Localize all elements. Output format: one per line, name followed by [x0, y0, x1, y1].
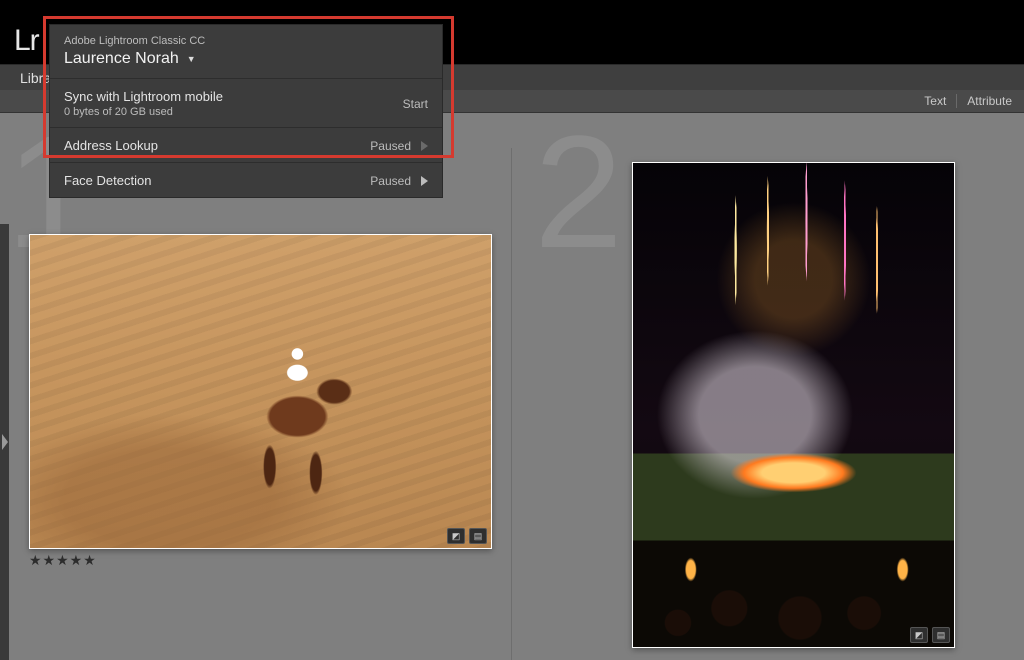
play-icon[interactable] [421, 141, 428, 151]
activity-lookup-status: Paused [370, 139, 411, 153]
identity-header[interactable]: Adobe Lightroom Classic CC Laurence Nora… [50, 25, 442, 78]
account-name[interactable]: Laurence Norah ▼ [64, 50, 428, 68]
badge-develop-icon[interactable]: ◩ [447, 528, 465, 544]
badge-stack-icon[interactable]: ▤ [932, 627, 950, 643]
filter-separator [956, 94, 957, 108]
photo-thumb-1[interactable]: ◩ ▤ [29, 234, 492, 549]
activity-face-status: Paused [370, 174, 411, 188]
badge-stack-icon[interactable]: ▤ [469, 528, 487, 544]
thumb-1-badges: ◩ ▤ [447, 528, 487, 544]
photo-horse-rider-desert [30, 235, 491, 548]
activity-face-detection-row[interactable]: Face Detection Paused [50, 162, 442, 197]
chevron-down-icon: ▼ [187, 54, 196, 64]
app-logo-fragment: Lr [14, 24, 39, 58]
filter-attribute[interactable]: Attribute [967, 94, 1012, 108]
activity-sync-sub: 0 bytes of 20 GB used [64, 106, 223, 118]
activity-address-lookup-row[interactable]: Address Lookup Paused [50, 127, 442, 162]
chevron-right-icon [2, 434, 8, 450]
account-name-label: Laurence Norah [64, 50, 179, 68]
photo-thumb-2[interactable]: ◩ ▤ [632, 162, 955, 648]
app-name: Adobe Lightroom Classic CC [64, 35, 428, 47]
thumb-2-badges: ◩ ▤ [910, 627, 950, 643]
photo-fireworks-bonfire-crowd [633, 163, 954, 647]
identity-activity-panel: Adobe Lightroom Classic CC Laurence Nora… [49, 24, 443, 198]
filter-text[interactable]: Text [924, 94, 946, 108]
compare-index-2: 2 [534, 112, 623, 272]
activity-sync-title: Sync with Lightroom mobile [64, 89, 223, 104]
left-panel-expand-handle[interactable] [0, 224, 9, 660]
rating-stars-thumb-1[interactable]: ★★★★★ [29, 552, 97, 569]
activity-sync-action[interactable]: Start [403, 97, 428, 111]
play-icon[interactable] [421, 176, 428, 186]
lightroom-window: Lr Library Text Attribute Adobe Lightroo… [0, 0, 1024, 660]
activity-lookup-title: Address Lookup [64, 138, 158, 153]
compare-cell-2[interactable]: 2 ◩ ▤ [512, 112, 1024, 660]
activity-sync-row[interactable]: Sync with Lightroom mobile 0 bytes of 20… [50, 78, 442, 127]
activity-face-title: Face Detection [64, 173, 151, 188]
badge-develop-icon[interactable]: ◩ [910, 627, 928, 643]
